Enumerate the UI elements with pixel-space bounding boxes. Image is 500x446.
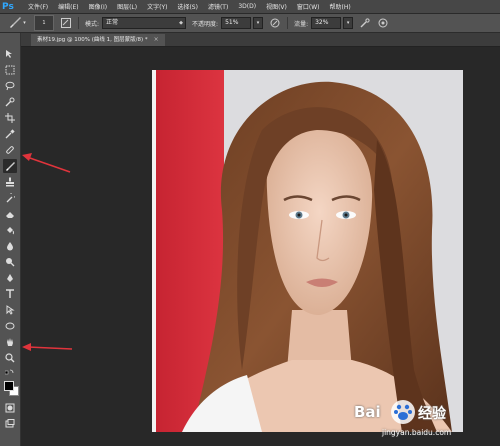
menu-type[interactable]: 文字(Y) xyxy=(142,2,172,11)
opacity-input[interactable]: 51% xyxy=(221,17,252,29)
watermark-brand-right: 经验 xyxy=(418,406,446,422)
app-logo: Ps xyxy=(2,1,14,12)
lasso-tool-icon[interactable] xyxy=(3,79,17,93)
paw-logo-icon xyxy=(391,400,415,424)
menu-help[interactable]: 帮助(H) xyxy=(325,2,356,11)
flow-input[interactable]: 32% xyxy=(311,17,342,29)
divider xyxy=(78,17,79,29)
document-canvas-image[interactable] xyxy=(152,70,463,432)
paint-bucket-tool-icon[interactable] xyxy=(3,223,17,237)
brush-preset-picker[interactable]: 1 xyxy=(34,15,54,31)
menu-window[interactable]: 窗口(W) xyxy=(292,2,325,11)
menu-select[interactable]: 选择(S) xyxy=(172,2,203,11)
quick-select-tool-icon[interactable] xyxy=(3,95,17,109)
menu-bar: Ps 文件(F) 编辑(E) 图像(I) 图层(L) 文字(Y) 选择(S) 滤… xyxy=(0,0,500,14)
chevron-down-icon: ▾ xyxy=(346,20,350,26)
document-tab-title: 素材19.jpg @ 100% (曲线 1, 图层蒙版/8) * xyxy=(37,37,148,43)
watermark-brand-left: Bai xyxy=(354,403,381,421)
opacity-slider-button[interactable]: ▾ xyxy=(253,17,264,29)
divider xyxy=(287,17,289,29)
move-tool-icon[interactable] xyxy=(3,47,17,61)
eraser-tool-icon[interactable] xyxy=(3,207,17,221)
path-selection-tool-icon[interactable] xyxy=(3,303,17,317)
eyedropper-tool-icon[interactable] xyxy=(3,127,17,141)
pen-tool-icon[interactable] xyxy=(3,271,17,285)
crop-tool-icon[interactable] xyxy=(3,111,17,125)
brush-panel-toggle-icon[interactable] xyxy=(60,17,72,29)
tools-panel xyxy=(0,33,21,446)
opacity-value: 51% xyxy=(225,19,239,26)
chevron-down-icon: ◆ xyxy=(179,20,184,26)
foreground-color-swatch[interactable] xyxy=(4,381,14,391)
mode-select[interactable]: 正常 ◆ xyxy=(102,17,187,29)
flow-value: 32% xyxy=(315,19,329,26)
watermark-url: jingyan.baidu.com xyxy=(382,428,452,437)
close-icon[interactable]: × xyxy=(154,34,159,46)
menu-edit[interactable]: 编辑(E) xyxy=(53,2,83,11)
clone-stamp-tool-icon[interactable] xyxy=(3,175,17,189)
airbrush-icon[interactable] xyxy=(359,17,371,29)
tool-preset-picker[interactable]: ▾ xyxy=(6,16,28,30)
menu-view[interactable]: 视图(V) xyxy=(261,2,292,11)
opacity-label: 不透明度: xyxy=(192,20,219,28)
document-tab-bar: 素材19.jpg @ 100% (曲线 1, 图层蒙版/8) * × xyxy=(21,33,500,47)
pressure-size-icon[interactable] xyxy=(377,17,389,29)
brush-icon xyxy=(8,16,22,30)
mode-label: 模式: xyxy=(85,20,100,28)
blur-tool-icon[interactable] xyxy=(3,239,17,253)
menu-filter[interactable]: 滤镜(T) xyxy=(203,2,233,11)
menu-layer[interactable]: 图层(L) xyxy=(112,2,142,11)
marquee-tool-icon[interactable] xyxy=(3,63,17,77)
chevron-down-icon: ▾ xyxy=(23,20,26,26)
portrait-photo xyxy=(152,70,463,432)
mode-value: 正常 xyxy=(106,19,119,26)
pressure-opacity-icon[interactable] xyxy=(269,17,281,29)
baidu-jingyan-watermark: Bai 经验 jingyan.baidu.com xyxy=(352,397,480,443)
menu-image[interactable]: 图像(I) xyxy=(84,2,112,11)
options-bar: ▾ 1 模式: 正常 ◆ 不透明度: 51% ▾ 流量: 32% ▾ xyxy=(0,14,500,33)
flow-label: 流量: xyxy=(294,20,309,28)
menu-3d[interactable]: 3D(D) xyxy=(233,3,261,10)
quick-mask-icon[interactable] xyxy=(3,401,17,415)
screen-mode-icon[interactable] xyxy=(3,417,17,431)
dodge-tool-icon[interactable] xyxy=(3,255,17,269)
document-tab[interactable]: 素材19.jpg @ 100% (曲线 1, 图层蒙版/8) * × xyxy=(31,34,165,46)
chevron-down-icon: ▾ xyxy=(256,20,260,26)
history-brush-tool-icon[interactable] xyxy=(3,191,17,205)
flow-slider-button[interactable]: ▾ xyxy=(343,17,354,29)
zoom-tool-icon[interactable] xyxy=(3,351,17,365)
menu-file[interactable]: 文件(F) xyxy=(23,2,53,11)
shape-tool-icon[interactable] xyxy=(3,319,17,333)
type-tool-icon[interactable] xyxy=(3,287,17,301)
brush-size-value: 1 xyxy=(42,20,46,26)
hand-tool-icon[interactable] xyxy=(3,335,17,349)
brush-tool-icon[interactable] xyxy=(3,159,17,173)
swap-colors-icon[interactable] xyxy=(3,367,17,377)
healing-brush-tool-icon[interactable] xyxy=(3,143,17,157)
